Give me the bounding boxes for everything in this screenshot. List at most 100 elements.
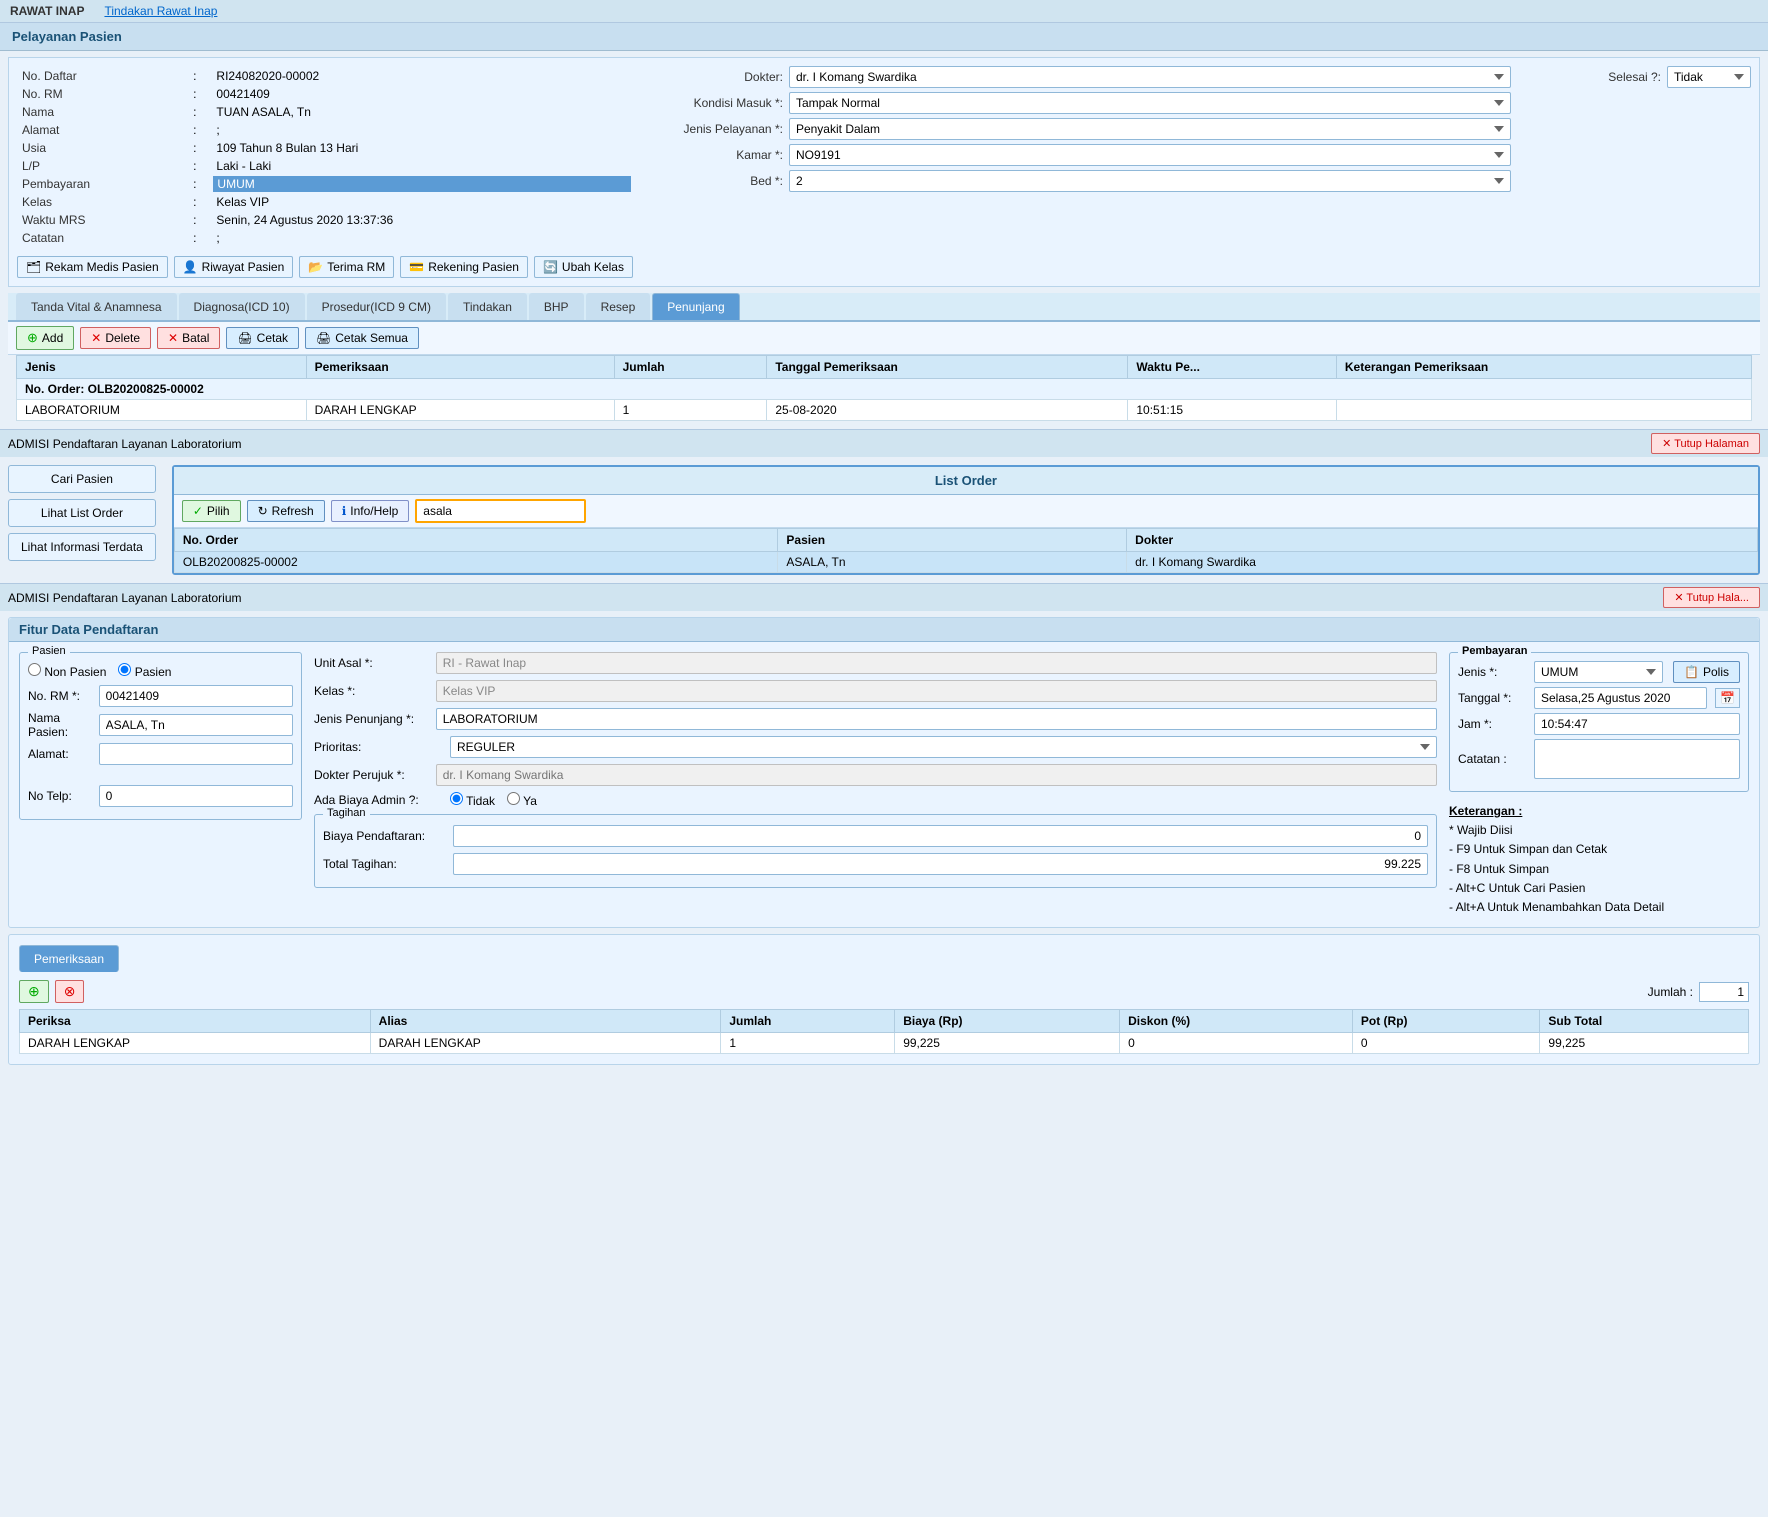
keterangan-title: Keterangan : (1449, 802, 1749, 821)
jenis-penunjang-input[interactable] (436, 708, 1437, 730)
info-help-button[interactable]: ℹ Info/Help (331, 500, 410, 522)
pendaftaran-link-2[interactable]: Pendaftaran Layanan Laboratorium (53, 591, 242, 605)
kondisi-masuk-label: Kondisi Masuk *: (653, 96, 783, 110)
keterangan-line-3: - F8 Untuk Simpan (1449, 860, 1749, 879)
rekening-pasien-button[interactable]: 💳 Rekening Pasien (400, 256, 528, 278)
rekam-medis-button[interactable]: 🗂 Rekam Medis Pasien (17, 256, 168, 278)
biaya-pendaftaran-value: 0 (453, 825, 1428, 847)
cetak-semua-button[interactable]: 🖨 Cetak Semua (305, 327, 419, 349)
pendaftaran-link-1[interactable]: Pendaftaran Layanan Laboratorium (53, 437, 242, 451)
list-order-toolbar: ✓ Pilih ↻ Refresh ℹ Info/Help (174, 495, 1758, 528)
ya-radio[interactable] (507, 792, 520, 805)
no-telp-input[interactable] (99, 785, 293, 807)
delete-button[interactable]: ✕ Delete (80, 327, 151, 349)
tab-tanda-vital[interactable]: Tanda Vital & Anamnesa (16, 293, 177, 320)
tutup-halaman-button-1[interactable]: ✕ Tutup Halaman (1651, 433, 1760, 454)
add-circle-icon: ⊕ (28, 983, 40, 1000)
cari-pasien-button[interactable]: Cari Pasien (8, 465, 156, 493)
status-bar-1: ADMISI Pendaftaran Layanan Laboratorium … (0, 429, 1768, 457)
kamar-select[interactable]: NO9191 (789, 144, 1511, 166)
tidak-radio[interactable] (450, 792, 463, 805)
ubah-kelas-button[interactable]: 🔄 Ubah Kelas (534, 256, 633, 278)
cetak-button[interactable]: 🖨 Cetak (226, 327, 299, 349)
cell-pasien-name: ASALA, Tn (778, 552, 1127, 573)
list-order-search[interactable] (415, 499, 586, 523)
tutup-halaman-button-2[interactable]: ✕ Tutup Hala... (1663, 587, 1760, 608)
tab-diagnosa[interactable]: Diagnosa(ICD 10) (179, 293, 305, 320)
polis-icon: 📋 (1684, 665, 1699, 679)
tagihan-box: Tagihan Biaya Pendaftaran: 0 Total Tagih… (314, 814, 1437, 888)
total-tagihan-value: 99.225 (453, 853, 1428, 875)
cell-subtotal: 99,225 (1540, 1033, 1749, 1054)
tab-bhp[interactable]: BHP (529, 293, 584, 320)
tanggal-input[interactable] (1534, 687, 1707, 709)
alamat-input[interactable] (99, 743, 293, 765)
nama-pasien-input[interactable] (99, 714, 293, 736)
tindakan-rawat-inap-link[interactable]: Tindakan Rawat Inap (104, 4, 217, 18)
cell-jenis: LABORATORIUM (17, 400, 307, 421)
left-panel: Cari Pasien Lihat List Order Lihat Infor… (0, 457, 164, 583)
jenis-pembayaran-select[interactable]: UMUM (1534, 661, 1663, 683)
pemeriksaan-add-button[interactable]: ⊕ (19, 980, 49, 1003)
periksa-table: Periksa Alias Jumlah Biaya (Rp) Diskon (… (19, 1009, 1749, 1054)
dokter-label: Dokter: (653, 70, 783, 84)
nama-label: Nama (19, 104, 188, 120)
biaya-pendaftaran-label: Biaya Pendaftaran: (323, 829, 453, 843)
list-order-row[interactable]: OLB20200825-00002 ASALA, Tn dr. I Komang… (174, 552, 1757, 573)
ya-radio-label[interactable]: Ya (507, 792, 537, 808)
right-section: Pembayaran Jenis *: UMUM 📋 Polis Tanggal… (1449, 652, 1749, 917)
cell-pot: 0 (1352, 1033, 1540, 1054)
table-row[interactable]: LABORATORIUM DARAH LENGKAP 1 25-08-2020 … (17, 400, 1752, 421)
cell-keterangan (1336, 400, 1751, 421)
add-button[interactable]: ⊕ Add (16, 326, 74, 350)
jenis-pembayaran-label: Jenis *: (1458, 665, 1528, 679)
periksa-row[interactable]: DARAH LENGKAP DARAH LENGKAP 1 99,225 0 0… (20, 1033, 1749, 1054)
calendar-button[interactable]: 📅 (1715, 688, 1740, 708)
riwayat-pasien-button[interactable]: 👤 Riwayat Pasien (174, 256, 294, 278)
pemeriksaan-tab[interactable]: Pemeriksaan (19, 945, 119, 972)
pemeriksaan-section: Pemeriksaan ⊕ ⊗ Jumlah : Periksa Alias J… (8, 934, 1760, 1065)
tidak-radio-label[interactable]: Tidak (450, 792, 495, 808)
polis-button[interactable]: 📋 Polis (1673, 661, 1740, 683)
col-periksa-jumlah: Jumlah (721, 1010, 895, 1033)
no-rm-input[interactable] (99, 685, 293, 707)
pasien-radio-label[interactable]: Pasien (118, 663, 171, 679)
alamat-form-label: Alamat: (28, 747, 93, 761)
lihat-list-order-button[interactable]: Lihat List Order (8, 499, 156, 527)
pasien-box-title: Pasien (28, 645, 70, 657)
selesai-select[interactable]: Tidak (1667, 66, 1751, 88)
jenis-pelayanan-select[interactable]: Penyakit Dalam (789, 118, 1511, 140)
pemeriksaan-del-button[interactable]: ⊗ (55, 980, 85, 1003)
biaya-admin-radio-group: Tidak Ya (450, 792, 537, 808)
pasien-box: Pasien Non Pasien Pasien No. RM *: (19, 652, 302, 820)
pemeriksaan-toolbar: ⊕ ⊗ Jumlah : (19, 980, 1749, 1003)
non-pasien-radio-label[interactable]: Non Pasien (28, 663, 106, 679)
bed-select[interactable]: 2 (789, 170, 1511, 192)
bed-label: Bed *: (653, 174, 783, 188)
pilih-button[interactable]: ✓ Pilih (182, 500, 241, 522)
unit-asal-label: Unit Asal *: (314, 656, 430, 670)
lihat-informasi-button[interactable]: Lihat Informasi Terdata (8, 533, 156, 561)
jam-input[interactable] (1534, 713, 1740, 735)
dokter-select[interactable]: dr. I Komang Swardika (789, 66, 1511, 88)
batal-button[interactable]: ✕ Batal (157, 327, 220, 349)
non-pasien-radio[interactable] (28, 663, 41, 676)
catatan-textarea[interactable] (1534, 739, 1740, 779)
pembayaran-label: Pembayaran (19, 176, 188, 192)
prioritas-select[interactable]: REGULER (450, 736, 1437, 758)
jenis-penunjang-label: Jenis Penunjang *: (314, 712, 430, 726)
tab-prosedur[interactable]: Prosedur(ICD 9 CM) (307, 293, 446, 320)
col-dokter-list: Dokter (1127, 529, 1758, 552)
pasien-radio[interactable] (118, 663, 131, 676)
no-daftar-colon: : (190, 68, 211, 84)
terima-rm-button[interactable]: 📂 Terima RM (299, 256, 394, 278)
kondisi-masuk-select[interactable]: Tampak Normal (789, 92, 1511, 114)
jumlah-input[interactable] (1699, 982, 1749, 1002)
tab-resep[interactable]: Resep (586, 293, 651, 320)
tab-tindakan[interactable]: Tindakan (448, 293, 527, 320)
no-daftar-value: RI24082020-00002 (213, 68, 631, 84)
tanggal-label: Tanggal *: (1458, 691, 1528, 705)
pilih-icon: ✓ (193, 504, 203, 518)
tab-penunjang[interactable]: Penunjang (652, 293, 739, 320)
refresh-button[interactable]: ↻ Refresh (247, 500, 325, 522)
